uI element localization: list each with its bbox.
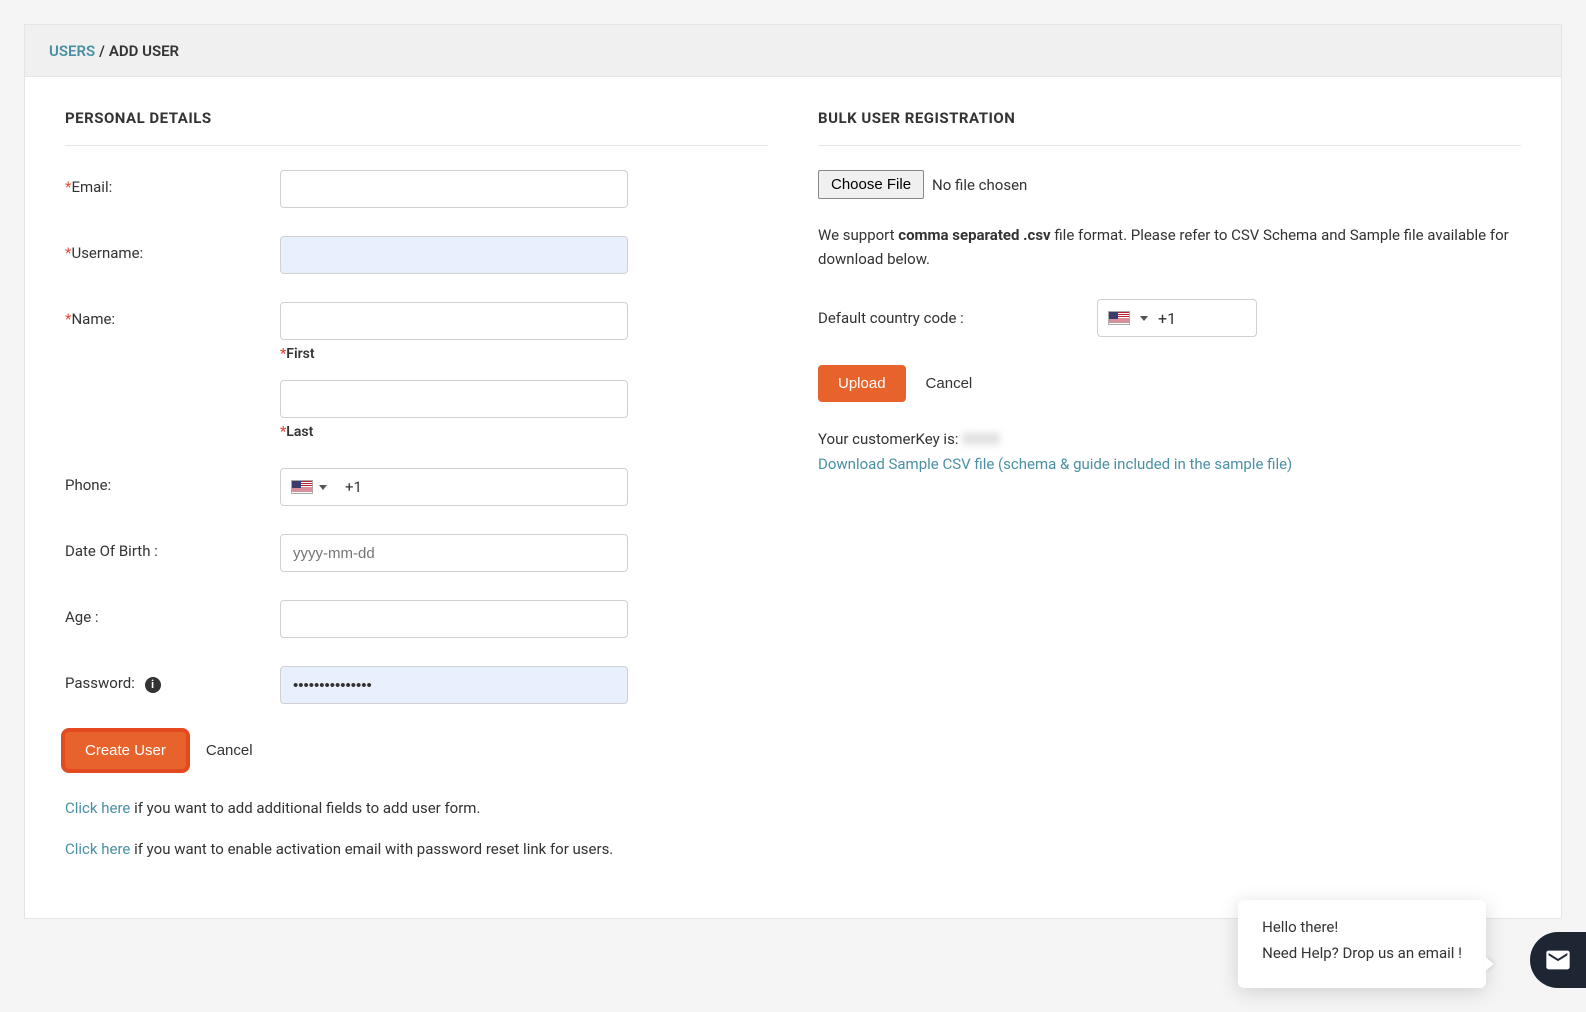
chat-bubble: Hello there! Need Help? Drop us an email… <box>1238 900 1486 988</box>
last-name-input[interactable] <box>280 380 628 418</box>
help-text-additional-fields: Click here if you want to add additional… <box>65 797 768 820</box>
chat-tail-icon <box>1484 956 1494 972</box>
username-label: *Username: <box>65 236 280 262</box>
customer-key: Your customerKey is: XXXX <box>818 430 1521 448</box>
breadcrumb-users-link[interactable]: USERS <box>49 42 95 60</box>
country-code-label: Default country code : <box>818 309 1073 327</box>
last-name-sublabel: *Last <box>280 424 628 440</box>
breadcrumb: USERS / ADD USER <box>24 24 1562 76</box>
additional-fields-link[interactable]: Click here <box>65 799 130 817</box>
phone-number-input[interactable] <box>362 469 627 505</box>
cancel-button[interactable]: Cancel <box>206 742 253 759</box>
dob-label: Date Of Birth : <box>65 534 280 560</box>
first-name-sublabel: *First <box>280 346 628 362</box>
username-input[interactable] <box>280 236 628 274</box>
download-sample-csv-link[interactable]: Download Sample CSV file (schema & guide… <box>818 455 1292 473</box>
name-label: *Name: <box>65 302 280 328</box>
breadcrumb-current: ADD USER <box>109 42 179 60</box>
mail-icon <box>1544 946 1572 974</box>
chevron-down-icon <box>319 485 327 490</box>
bulk-registration-title: BULK USER REGISTRATION <box>818 109 1521 146</box>
help-text-activation-email: Click here if you want to enable activat… <box>65 838 768 861</box>
chat-line-1: Hello there! <box>1262 918 1462 936</box>
personal-details-column: PERSONAL DETAILS *Email: *Username: *Nam… <box>65 109 768 878</box>
csv-support-text: We support comma separated .csv file for… <box>818 223 1521 271</box>
country-code-dropdown[interactable]: +1 <box>1097 299 1257 337</box>
us-flag-icon <box>291 480 313 494</box>
main-panel: PERSONAL DETAILS *Email: *Username: *Nam… <box>24 76 1562 919</box>
upload-button[interactable]: Upload <box>818 365 906 402</box>
bulk-cancel-button[interactable]: Cancel <box>926 375 973 392</box>
phone-code: +1 <box>337 478 362 496</box>
info-icon[interactable]: i <box>145 677 161 693</box>
password-label: Password: i <box>65 666 280 693</box>
us-flag-icon <box>1108 311 1130 325</box>
create-user-button[interactable]: Create User <box>65 732 186 769</box>
phone-country-dropdown[interactable] <box>281 480 337 494</box>
personal-details-title: PERSONAL DETAILS <box>65 109 768 146</box>
phone-input[interactable]: +1 <box>280 468 628 506</box>
age-label: Age : <box>65 600 280 626</box>
email-label: *Email: <box>65 170 280 196</box>
age-input[interactable] <box>280 600 628 638</box>
chevron-down-icon <box>1140 316 1148 321</box>
chat-line-2: Need Help? Drop us an email ! <box>1262 944 1462 962</box>
choose-file-button[interactable]: Choose File <box>818 170 924 199</box>
first-name-input[interactable] <box>280 302 628 340</box>
email-input[interactable] <box>280 170 628 208</box>
activation-email-link[interactable]: Click here <box>65 840 130 858</box>
country-code-value: +1 <box>1158 309 1176 328</box>
password-input[interactable] <box>280 666 628 704</box>
phone-label: Phone: <box>65 468 280 494</box>
bulk-registration-column: BULK USER REGISTRATION Choose File No fi… <box>818 109 1521 878</box>
file-status: No file chosen <box>932 176 1027 194</box>
chat-fab-button[interactable] <box>1530 932 1586 988</box>
breadcrumb-separator: / <box>99 42 105 60</box>
dob-input[interactable] <box>280 534 628 572</box>
